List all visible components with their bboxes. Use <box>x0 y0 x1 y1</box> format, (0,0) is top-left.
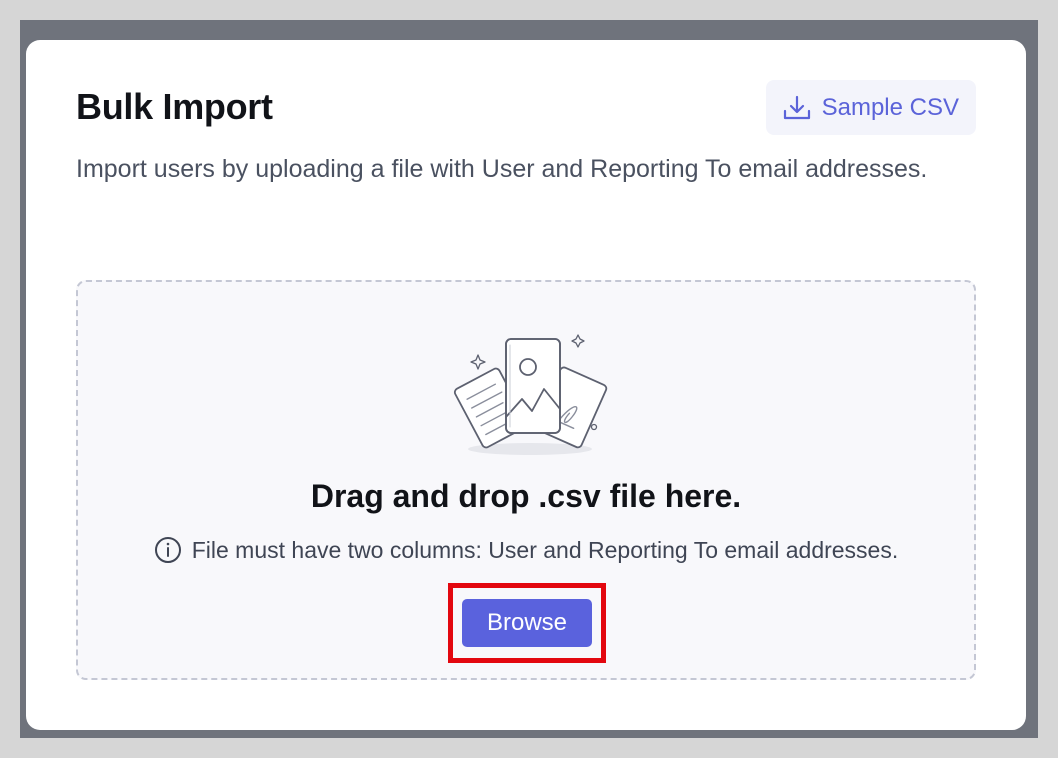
browse-button[interactable]: Browse <box>462 599 592 647</box>
info-icon <box>154 537 181 563</box>
modal-title: Bulk Import <box>76 86 273 127</box>
browse-button-highlight: Browse <box>448 583 606 663</box>
file-requirements-hint: File must have two columns: User and Rep… <box>78 536 974 564</box>
sample-csv-button[interactable]: Sample CSV <box>765 80 976 135</box>
bulk-import-modal: Bulk Import Sample CSV Import users by u… <box>26 40 1026 730</box>
sample-csv-label: Sample CSV <box>821 93 959 121</box>
hint-text: File must have two columns: User and Rep… <box>191 536 899 563</box>
dropzone-heading: Drag and drop .csv file here. <box>310 478 742 514</box>
file-dropzone[interactable]: Drag and drop .csv file here. File must … <box>76 280 976 680</box>
documents-upload-illustration <box>453 334 608 455</box>
download-icon <box>783 95 810 119</box>
modal-description: Import users by uploading a file with Us… <box>76 155 928 183</box>
